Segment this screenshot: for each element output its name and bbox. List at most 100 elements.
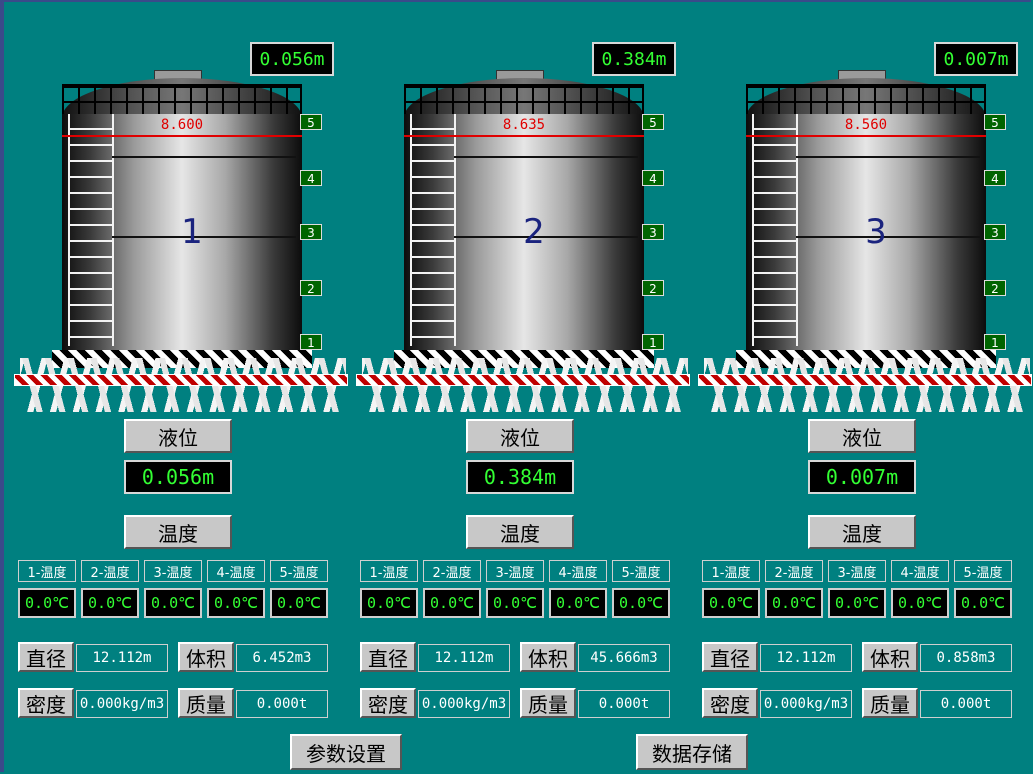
tank-band-line [112,156,296,158]
height-marker: 4 [642,170,664,186]
volume-label: 体积 [520,642,576,672]
tank-top-level-display: 0.056m [250,42,334,76]
tank-limit-line [62,135,302,137]
height-marker: 4 [984,170,1006,186]
temp-sensor-label: 5-温度 [612,560,670,582]
tank-band-line [796,156,980,158]
temp-sensor-value: 0.0℃ [891,588,949,618]
temp-sensor-label: 1-温度 [702,560,760,582]
temp-sensor-value: 0.0℃ [486,588,544,618]
tank-body: 8.635 2 [404,114,644,350]
tank-3: 0.007m 8.560 3 5 4 3 2 1 [698,40,1033,420]
diameter-value: 12.112m [418,644,510,672]
temp-sensor-value: 0.0℃ [207,588,265,618]
mass-value: 0.000t [236,690,328,718]
temp-sensor-label: 2-温度 [765,560,823,582]
height-marker: 1 [984,334,1006,350]
temp-sensor-label: 1-温度 [18,560,76,582]
tank-base-band [356,374,690,386]
temp-sensor-label: 3-温度 [144,560,202,582]
tank-limit-line [404,135,644,137]
mass-label: 质量 [178,688,234,718]
height-marker: 5 [642,114,664,130]
volume-value: 45.666m3 [578,644,670,672]
tank-band-line [454,156,638,158]
tank-body: 8.600 1 [62,114,302,350]
density-label: 密度 [360,688,416,718]
temp-sensor-label: 4-温度 [891,560,949,582]
volume-value: 0.858m3 [920,644,1012,672]
tank-ladder [752,114,798,346]
temp-sensor-label: 5-温度 [954,560,1012,582]
level-label: 液位 [466,419,574,453]
density-value: 0.000kg/m3 [760,690,852,718]
temp-sensor-value: 0.0℃ [765,588,823,618]
volume-value: 6.452m3 [236,644,328,672]
temp-sensor-label: 1-温度 [360,560,418,582]
density-value: 0.000kg/m3 [76,690,168,718]
density-label: 密度 [18,688,74,718]
temp-sensor-value: 0.0℃ [612,588,670,618]
temp-sensor-label: 2-温度 [81,560,139,582]
temp-sensor-label: 3-温度 [828,560,886,582]
tank-number: 2 [523,212,545,252]
density-label: 密度 [702,688,758,718]
height-marker: 3 [642,224,664,240]
tank-base-band [14,374,348,386]
tank-top-level-display: 0.384m [592,42,676,76]
diameter-label: 直径 [18,642,74,672]
diameter-label: 直径 [702,642,758,672]
mass-value: 0.000t [578,690,670,718]
tank-2: 0.384m 8.635 2 5 4 3 2 1 [356,40,696,420]
temperature-label: 温度 [124,515,232,549]
height-marker: 1 [300,334,322,350]
tank-ladder [410,114,456,346]
save-data-button[interactable]: 数据存储 [636,734,748,770]
tank-roof-railing [404,84,644,116]
temperature-label: 温度 [808,515,916,549]
settings-button[interactable]: 参数设置 [290,734,402,770]
tank-limit-line [746,135,986,137]
temp-sensor-label: 3-温度 [486,560,544,582]
mass-value: 0.000t [920,690,1012,718]
height-marker: 2 [642,280,664,296]
mass-label: 质量 [862,688,918,718]
temp-sensor-value: 0.0℃ [423,588,481,618]
tank-limit-value: 8.635 [502,117,546,133]
level-value-display: 0.056m [124,460,232,494]
temp-sensor-label: 2-温度 [423,560,481,582]
temp-sensor-value: 0.0℃ [18,588,76,618]
height-marker: 1 [642,334,664,350]
level-value-display: 0.384m [466,460,574,494]
tank-roof-railing [62,84,302,116]
temp-sensor-label: 4-温度 [549,560,607,582]
temp-sensor-value: 0.0℃ [549,588,607,618]
tank-limit-value: 8.560 [844,117,888,133]
temp-sensor-value: 0.0℃ [81,588,139,618]
temp-sensor-value: 0.0℃ [270,588,328,618]
mass-label: 质量 [520,688,576,718]
tank-ladder [68,114,114,346]
diameter-label: 直径 [360,642,416,672]
height-marker: 3 [300,224,322,240]
height-marker: 4 [300,170,322,186]
temp-sensor-value: 0.0℃ [954,588,1012,618]
tank-body: 8.560 3 [746,114,986,350]
level-value-display: 0.007m [808,460,916,494]
tank-limit-value: 8.600 [160,117,204,133]
height-marker: 5 [984,114,1006,130]
volume-label: 体积 [862,642,918,672]
tank-number: 1 [181,212,203,252]
temp-sensor-value: 0.0℃ [702,588,760,618]
height-marker: 5 [300,114,322,130]
temp-sensor-value: 0.0℃ [360,588,418,618]
height-marker: 2 [984,280,1006,296]
tank-number: 3 [865,212,887,252]
temperature-label: 温度 [466,515,574,549]
volume-label: 体积 [178,642,234,672]
temp-sensor-value: 0.0℃ [828,588,886,618]
height-marker: 3 [984,224,1006,240]
density-value: 0.000kg/m3 [418,690,510,718]
tank-roof-railing [746,84,986,116]
temp-sensor-value: 0.0℃ [144,588,202,618]
